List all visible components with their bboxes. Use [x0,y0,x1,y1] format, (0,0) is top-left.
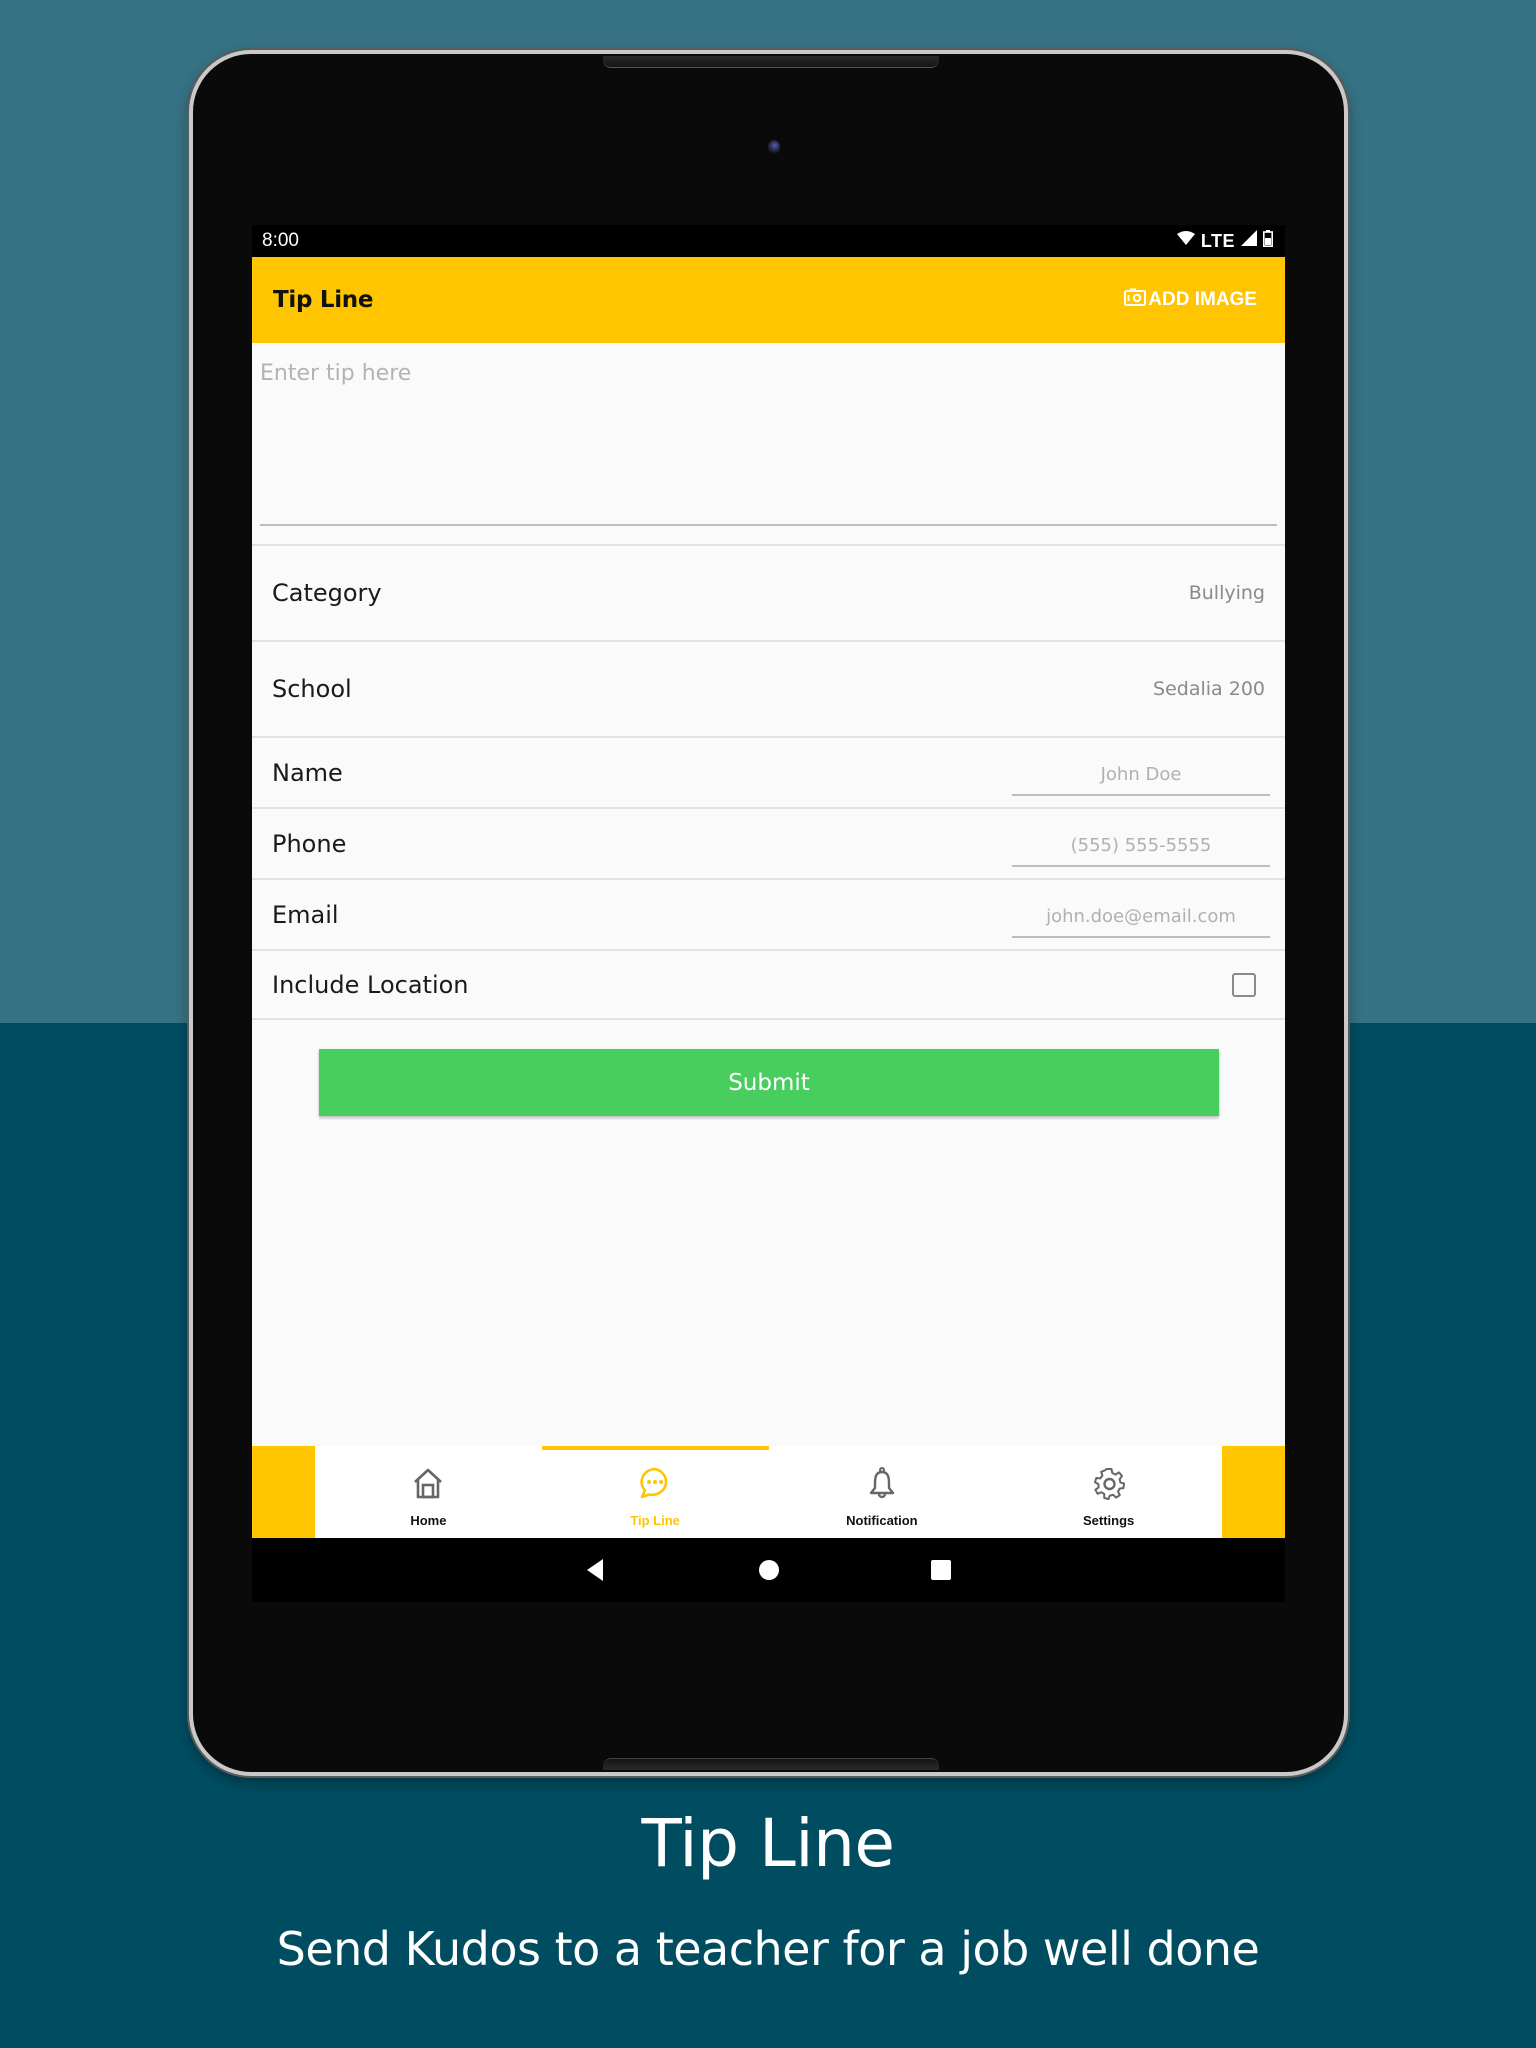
name-row: Name [252,736,1285,807]
tip-input[interactable] [260,343,1277,524]
name-field[interactable] [1012,755,1270,796]
nav-side-accent-left [252,1446,315,1538]
caption-title: Tip Line [641,1805,895,1882]
nav-side-accent-right [1222,1446,1285,1538]
tab-home-label: Home [410,1513,447,1528]
wifi-icon [1176,230,1195,252]
caption-subtitle: Send Kudos to a teacher for a job well d… [276,1922,1260,1976]
tab-notification-label: Notification [846,1513,918,1528]
status-time: 8:00 [262,230,299,251]
email-field[interactable] [1012,897,1270,938]
school-value[interactable]: Sedalia 200 [1153,678,1265,700]
phone-label: Phone [272,829,347,858]
camera-icon [1124,288,1147,312]
tab-home[interactable]: Home [315,1446,542,1538]
include-location-checkbox[interactable] [1232,972,1256,997]
front-camera [768,140,780,154]
back-button[interactable] [586,1558,604,1587]
tab-settings[interactable]: Settings [995,1446,1222,1538]
nav-items: Home Tip Line Notification Settings [315,1446,1222,1538]
network-type: LTE [1200,230,1235,251]
page-title: Tip Line [273,287,374,313]
tip-form: Category Bullying School Sedalia 200 Nam… [252,544,1285,1020]
category-row[interactable]: Category Bullying [252,544,1285,640]
add-image-label: ADD IMAGE [1148,289,1257,310]
name-label: Name [272,758,343,787]
battery-icon [1263,229,1273,253]
email-row: Email [252,878,1285,949]
phone-field[interactable] [1012,826,1270,867]
bell-icon [865,1466,899,1505]
tab-settings-label: Settings [1082,1513,1135,1528]
category-value[interactable]: Bullying [1189,582,1265,604]
category-label: Category [272,579,382,607]
app-bar: Tip Line ADD IMAGE [252,257,1285,343]
signal-icon [1241,230,1257,252]
device-screen: 8:00 LTE Tip Line ADD IMAGE Enter tip he… [252,225,1285,1602]
bottom-nav: Home Tip Line Notification Settings [252,1446,1285,1538]
include-location-label: Include Location [272,970,469,999]
home-system-button[interactable] [758,1559,780,1586]
home-icon [411,1466,445,1505]
chat-bubble-icon [638,1466,672,1505]
tablet-top-notch [603,56,939,68]
tablet-bottom-notch [603,1758,939,1770]
tab-tip-line[interactable]: Tip Line [541,1446,769,1538]
tab-tip-line-label: Tip Line [630,1513,680,1528]
include-location-row[interactable]: Include Location [252,949,1285,1020]
phone-row: Phone [252,807,1285,878]
add-image-button[interactable]: ADD IMAGE [1124,288,1257,312]
recents-button[interactable] [930,1559,952,1586]
school-row[interactable]: School Sedalia 200 [252,640,1285,736]
submit-button[interactable]: Submit [319,1049,1219,1116]
system-navigation-bar [252,1538,1285,1602]
tab-notification[interactable]: Notification [769,1446,996,1538]
status-bar: 8:00 LTE [252,225,1285,257]
tip-input-container [260,343,1277,526]
school-label: School [272,675,352,703]
status-icons: LTE [1176,229,1273,253]
email-label: Email [272,900,339,929]
gear-icon [1092,1466,1126,1505]
